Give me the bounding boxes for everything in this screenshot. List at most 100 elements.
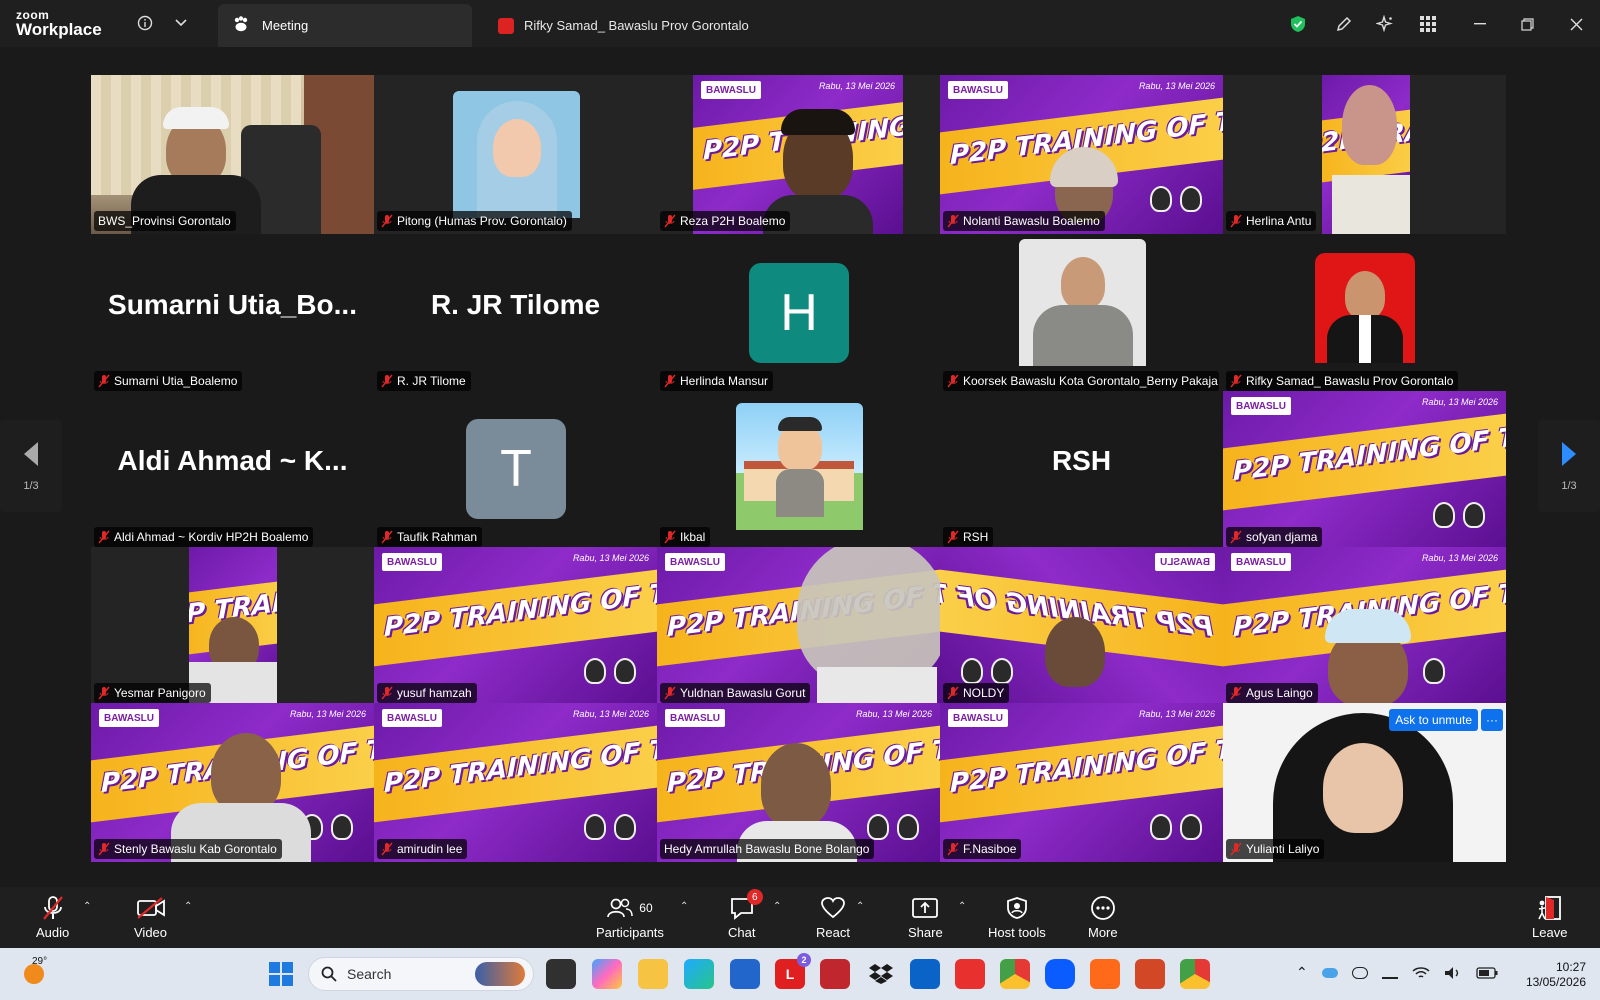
video-tile[interactable]: BAWASLU Rabu, 13 Mei 2026 P2P TRAINING O… [657, 75, 940, 234]
participant-face [761, 743, 831, 827]
video-tile[interactable]: R. JR Tilome R. JR Tilome [374, 235, 657, 394]
task-view-icon[interactable] [546, 959, 576, 989]
share-caret-icon[interactable]: ⌃ [958, 901, 966, 912]
video-tile[interactable]: BAWASLU Rabu, 13 Mei 2026 P2P TRAINING O… [940, 703, 1223, 862]
apps-grid-icon[interactable] [1416, 12, 1440, 36]
chrome-icon[interactable] [1000, 959, 1030, 989]
windows-start-icon[interactable] [266, 959, 296, 989]
lms-app-icon[interactable]: L 2 [775, 953, 811, 989]
host-tools-button[interactable]: Host tools [988, 895, 1046, 940]
video-tile[interactable]: Rifky Samad_ Bawaslu Prov Gorontalo [1223, 235, 1506, 394]
more-label: More [1088, 925, 1118, 940]
audio-options-caret-icon[interactable]: ⌃ [83, 901, 91, 912]
tab-meeting[interactable]: Meeting [218, 4, 472, 47]
chrome-profile-icon[interactable] [1180, 959, 1210, 989]
more-dots-icon [1090, 895, 1116, 921]
powerpoint-icon[interactable] [1135, 959, 1165, 989]
presentation-app-icon[interactable] [1090, 959, 1120, 989]
participant-name-label: Pitong (Humas Prov. Gorontalo) [377, 211, 572, 231]
audio-button[interactable]: Audio [36, 895, 69, 940]
video-tile[interactable]: BAWASLU Rabu, 13 Mei 2026 P2P TRAINING O… [374, 703, 657, 862]
wifi-icon[interactable] [1412, 966, 1430, 980]
outlook-icon[interactable] [910, 959, 940, 989]
video-options-caret-icon[interactable]: ⌃ [184, 901, 192, 912]
pen-input-icon[interactable] [1381, 967, 1398, 979]
react-button[interactable]: React [816, 895, 850, 940]
copilot-icon[interactable] [592, 959, 622, 989]
tray-overflow-chevron-icon[interactable]: ⌃ [1296, 964, 1308, 981]
video-tile[interactable]: BAWASLU P2P TRAINING OF TRAINER NOLDY [940, 547, 1223, 706]
gallery-prev-page-button[interactable]: 1/3 [0, 420, 62, 512]
chevron-down-icon[interactable] [170, 12, 192, 34]
tab-screen-share[interactable]: Rifky Samad_ Bawaslu Prov Gorontalo [498, 4, 858, 47]
video-tile[interactable]: Ikbal [657, 391, 940, 550]
video-tile[interactable]: BAWASLU P2P TRAINING OF TRAINER Yuldnan … [657, 547, 940, 706]
banner-date: Rabu, 13 Mei 2026 [1421, 397, 1498, 407]
chat-button[interactable]: 6 Chat [728, 889, 763, 940]
muted-mic-icon [664, 374, 676, 388]
minimize-window-icon[interactable] [1468, 12, 1492, 36]
battery-icon[interactable] [1476, 966, 1498, 979]
cap [1325, 609, 1411, 643]
host-tools-label: Host tools [988, 925, 1046, 940]
video-tile[interactable]: Ask to unmute ··· Yulianti Laliyo [1223, 703, 1506, 862]
dropbox-icon[interactable] [866, 959, 896, 989]
muted-mic-icon [1230, 686, 1242, 700]
restore-window-icon[interactable] [1515, 12, 1539, 36]
shield-security-icon[interactable] [1286, 12, 1310, 36]
edge-browser-icon[interactable] [684, 959, 714, 989]
meeting-info-icon[interactable] [134, 12, 156, 34]
video-tile[interactable]: BWS_Provinsi Gorontalo [91, 75, 374, 234]
video-button[interactable]: Video [134, 895, 167, 940]
microsoft-store-icon[interactable] [730, 959, 760, 989]
chat-caret-icon[interactable]: ⌃ [773, 901, 781, 912]
video-tile[interactable]: BAWASLU Rabu, 13 Mei 2026 P2P TRAINING O… [1223, 547, 1506, 706]
video-tile[interactable]: BAWASLU Rabu, 13 Mei 2026 P2P TRAINING O… [374, 547, 657, 706]
video-tile[interactable]: Pitong (Humas Prov. Gorontalo) [374, 75, 657, 234]
ai-companion-sparkle-icon[interactable] [1373, 12, 1397, 36]
share-button[interactable]: Share [908, 895, 943, 940]
speaker-volume-icon[interactable] [1444, 966, 1462, 980]
mascot-icon [1150, 186, 1172, 212]
system-tray: ⌃ [1296, 964, 1498, 981]
tile-more-options-button[interactable]: ··· [1481, 709, 1503, 731]
gallery-next-page-button[interactable]: 1/3 [1538, 420, 1600, 512]
video-tile[interactable]: Koorsek Bawaslu Kota Gorontalo_Berny Pak… [940, 235, 1223, 394]
video-tile[interactable]: BAWASLU Rabu, 13 Mei 2026 P2P TRAINING O… [657, 703, 940, 862]
video-tile[interactable]: H Herlinda Mansur [657, 235, 940, 394]
participant-name: amirudin lee [397, 842, 463, 856]
video-tile[interactable]: P2P TRAINING OF TRAINER Yesmar Panigoro [91, 547, 374, 706]
onedrive-icon[interactable] [1321, 967, 1338, 978]
participant-name: Stenly Bawaslu Kab Gorontalo [114, 842, 277, 856]
video-tile[interactable]: BAWASLU Rabu, 13 Mei 2026 P2P TRAINING O… [940, 75, 1223, 234]
weather-widget[interactable]: 29° [20, 956, 52, 990]
participant-name-label: Yesmar Panigoro [94, 683, 211, 703]
cloud-sync-icon[interactable] [1351, 966, 1368, 979]
muted-mic-icon [381, 374, 393, 388]
ask-to-unmute-button[interactable]: Ask to unmute [1389, 709, 1478, 731]
video-tile[interactable]: T Taufik Rahman [374, 391, 657, 550]
video-tile[interactable]: P2P TRAINING OF TRAINER Herlina Antu [1223, 75, 1506, 234]
meeting-toolbar: Audio ⌃ Video ⌃ 60 Participants ⌃ 6 Chat… [0, 887, 1600, 948]
close-window-icon[interactable] [1564, 12, 1588, 36]
file-explorer-icon[interactable] [638, 959, 668, 989]
participants-button[interactable]: 60 Participants [596, 895, 664, 940]
annotate-pen-icon[interactable] [1332, 12, 1356, 36]
react-caret-icon[interactable]: ⌃ [856, 901, 864, 912]
video-tile[interactable]: BAWASLU Rabu, 13 Mei 2026 P2P TRAINING O… [1223, 391, 1506, 550]
participants-caret-icon[interactable]: ⌃ [680, 901, 688, 912]
muted-mic-icon [98, 686, 110, 700]
audio-label: Audio [36, 925, 70, 940]
taskbar-search-box[interactable]: Search [308, 957, 534, 991]
video-tile[interactable]: Sumarni Utia_Bo... Sumarni Utia_Boalemo [91, 235, 374, 394]
zoom-app-icon[interactable] [1045, 959, 1075, 989]
mcafee-shield-icon[interactable] [820, 959, 850, 989]
video-tile[interactable]: Aldi Ahmad ~ K... Aldi Ahmad ~ Kordiv HP… [91, 391, 374, 550]
leave-button[interactable]: Leave [1532, 895, 1567, 940]
taskbar-clock[interactable]: 10:27 13/05/2026 [1526, 960, 1586, 990]
participant-name-label: Nolanti Bawaslu Boalemo [943, 211, 1105, 231]
more-button[interactable]: More [1088, 895, 1118, 940]
wps-office-icon[interactable] [955, 959, 985, 989]
video-tile[interactable]: RSH RSH [940, 391, 1223, 550]
video-tile[interactable]: BAWASLU Rabu, 13 Mei 2026 P2P TRAINING O… [91, 703, 374, 862]
